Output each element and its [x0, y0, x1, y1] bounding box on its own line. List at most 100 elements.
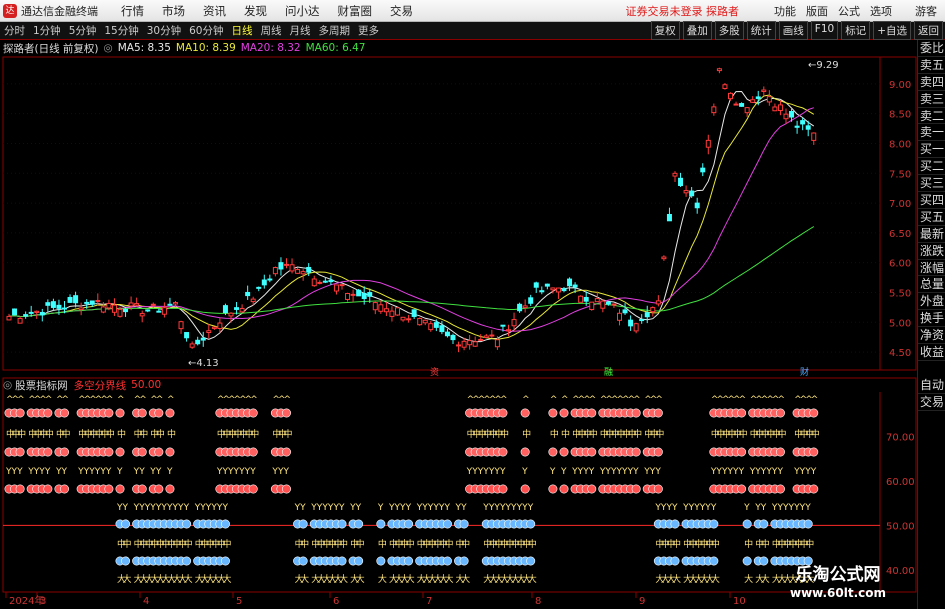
side-panel-item[interactable]: 买四 — [918, 192, 945, 209]
signal-ball — [376, 556, 386, 566]
signal-ball — [354, 556, 364, 566]
candle — [45, 302, 51, 306]
candle — [777, 104, 783, 112]
signal-ball — [15, 447, 25, 457]
signal-ball — [670, 519, 680, 529]
candle — [755, 96, 761, 99]
signal-glyph: 中 — [106, 428, 115, 440]
side-panel-item[interactable]: 卖一 — [918, 124, 945, 142]
signal-glyph: 中 — [739, 428, 748, 440]
signal-ball — [281, 408, 291, 418]
candle — [272, 267, 278, 275]
candle — [383, 308, 389, 313]
side-panel-item[interactable]: 委比 — [918, 40, 945, 57]
candle — [789, 110, 795, 118]
signal-glyph: 中 — [356, 538, 365, 550]
sub-indicator-label: ◎ 股票指标网 多空分界线 50.00 — [0, 378, 161, 392]
signal-ball — [248, 447, 258, 457]
signal-glyph: 大 — [378, 573, 387, 585]
signal-glyph: ^ — [561, 395, 569, 405]
side-panel-item[interactable]: 卖三 — [918, 91, 945, 108]
candle — [417, 317, 423, 326]
candle — [62, 307, 67, 310]
signal-ball — [43, 484, 53, 494]
price-axis-label: 9.00 — [889, 80, 911, 91]
candle — [522, 305, 528, 309]
side-panel-item[interactable]: 收益 — [918, 344, 945, 361]
signal-glyph: Y — [743, 503, 750, 513]
candle — [439, 325, 445, 333]
signal-glyph: 中 — [300, 538, 309, 550]
signal-ball — [709, 556, 719, 566]
price-axis-label: 7.50 — [889, 169, 911, 180]
candle — [622, 309, 628, 314]
candle — [300, 271, 306, 275]
signal-glyph: 中 — [805, 538, 814, 550]
signal-glyph: Y — [166, 467, 173, 477]
signal-ball — [104, 447, 114, 457]
candle — [433, 322, 439, 328]
signal-glyph: Y — [549, 467, 556, 477]
side-panel-item[interactable]: 卖五 — [918, 57, 945, 74]
side-panel-item[interactable]: 净资 — [918, 327, 945, 345]
signal-ball — [742, 519, 752, 529]
side-panel-item[interactable]: 买五 — [918, 209, 945, 226]
signal-ball — [526, 519, 536, 529]
side-panel-item[interactable]: 总量 — [918, 276, 945, 294]
signal-ball — [337, 519, 347, 529]
signal-glyph: ^ — [45, 395, 53, 405]
candle — [317, 281, 323, 284]
side-panel-item[interactable]: 卖四 — [918, 74, 945, 91]
signal-glyph: Y — [810, 467, 817, 477]
side-panel-item[interactable]: 最新 — [918, 226, 945, 243]
signal-ball — [653, 447, 663, 457]
signal-ball — [670, 556, 680, 566]
side-panel-item[interactable]: 外盘 — [918, 293, 945, 311]
signal-glyph: Y — [443, 503, 450, 513]
candle — [678, 177, 684, 187]
date-label: 5 — [236, 596, 242, 607]
signal-ball — [631, 408, 641, 418]
candle — [739, 103, 745, 107]
signal-ball — [442, 519, 452, 529]
candle — [467, 340, 473, 346]
signal-ball — [154, 447, 164, 457]
candle — [800, 120, 806, 125]
signal-glyph: ^ — [167, 395, 175, 405]
signal-glyph: 中 — [761, 538, 770, 550]
watermark-title: 乐淘公式网 — [795, 565, 881, 585]
side-panel-item[interactable]: 自动 — [918, 377, 945, 394]
side-panel-item[interactable]: 买一 — [918, 141, 945, 159]
signal-glyph: Y — [138, 467, 145, 477]
signal-ball — [559, 408, 569, 418]
candle — [95, 299, 101, 302]
signal-glyph: ^ — [17, 395, 25, 405]
candle — [583, 297, 589, 302]
side-panel-item[interactable]: 卖二 — [918, 108, 945, 125]
signal-glyph: ^ — [250, 395, 258, 405]
signal-ball — [165, 408, 175, 418]
candle — [134, 303, 140, 306]
signal-ball — [548, 484, 558, 494]
candle — [611, 303, 617, 306]
indicator-name[interactable]: 股票指标网 — [15, 378, 68, 393]
side-panel-item[interactable]: 买二 — [918, 158, 945, 176]
candle — [705, 139, 711, 148]
side-panel-item[interactable]: 涨跌 — [918, 243, 945, 260]
candle — [206, 330, 212, 333]
side-panel-item[interactable]: 涨幅 — [918, 260, 945, 277]
price-axis-label: 5.00 — [889, 318, 911, 329]
side-panel-item[interactable]: 交易 — [918, 394, 945, 411]
signal-ball — [404, 556, 414, 566]
signal-glyph: 中 — [744, 538, 753, 550]
candle — [811, 132, 817, 141]
signal-glyph: ^ — [655, 395, 663, 405]
candle — [494, 339, 500, 348]
side-panel-item[interactable]: 换手 — [918, 310, 945, 328]
signal-ball — [137, 447, 147, 457]
candle — [89, 300, 95, 305]
indicator-settings-icon[interactable]: ◎ — [3, 379, 12, 391]
kline-chart[interactable]: ^ 中 Y ^ 中 Y ^ 中 Y ^ 中 Y ^ 中 Y ^ 中 Y ^ 中 Y ^ 中 Y ^ 中 Y ^ 中 Y ^ 中 Y ^ 中 Y ^ 中 Y ^… — [0, 0, 945, 609]
signal-glyph: 大 — [461, 573, 470, 585]
side-panel-item[interactable]: 买三 — [918, 175, 945, 193]
